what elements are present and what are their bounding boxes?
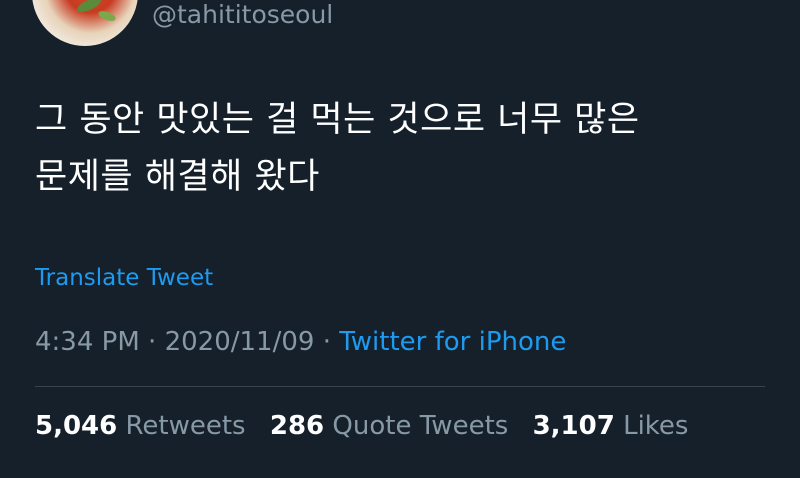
retweets-label: Retweets	[125, 411, 246, 441]
engagement-stats: 5,046 Retweets 286 Quote Tweets 3,107 Li…	[35, 409, 704, 443]
user-handle[interactable]: @tahititoseoul	[152, 0, 333, 30]
quote-tweets-label: Quote Tweets	[332, 411, 509, 441]
quote-tweets-count: 286	[269, 411, 325, 441]
retweets-count: 5,046	[35, 411, 118, 441]
likes-count: 3,107	[532, 411, 615, 441]
likes-stat[interactable]: 3,107 Likes	[533, 411, 689, 441]
tweet-date[interactable]: 2020/11/09	[165, 327, 315, 357]
meta-separator: ·	[148, 327, 157, 357]
translate-tweet-link[interactable]: Translate Tweet	[35, 263, 213, 293]
divider	[35, 386, 765, 387]
retweets-stat[interactable]: 5,046 Retweets	[35, 411, 254, 441]
avatar[interactable]	[32, 0, 138, 46]
tweet-meta: 4:34 PM · 2020/11/09 · Twitter for iPhon…	[35, 325, 566, 359]
tweet-text-line-1: 그 동안 맛있는 걸 먹는 것으로 너무 많은	[35, 100, 640, 140]
tweet-text-line-2: 문제를 해결해 왔다	[35, 157, 320, 197]
avatar-food-garnish-small	[97, 9, 117, 23]
meta-separator: ·	[322, 327, 331, 357]
likes-label: Likes	[623, 411, 689, 441]
tweet-source-link[interactable]: Twitter for iPhone	[339, 327, 566, 357]
quote-tweets-stat[interactable]: 286 Quote Tweets	[270, 411, 517, 441]
tweet-text: 그 동안 맛있는 걸 먹는 것으로 너무 많은 문제를 해결해 왔다	[35, 92, 775, 206]
tweet-time[interactable]: 4:34 PM	[35, 327, 140, 357]
